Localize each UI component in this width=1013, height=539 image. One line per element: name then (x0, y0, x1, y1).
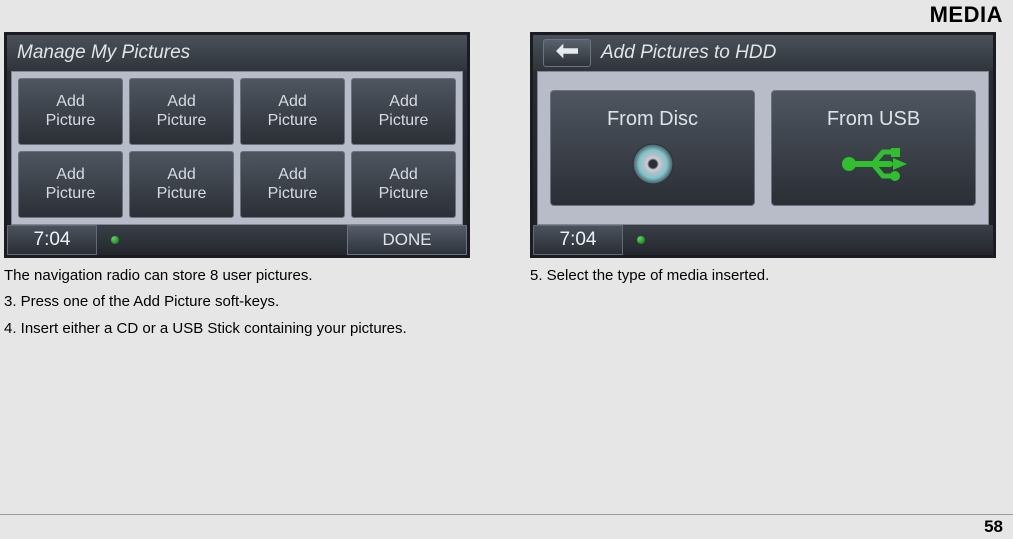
btn-line2: Picture (379, 185, 429, 203)
right-captions: 5. Select the type of media inserted. (530, 264, 996, 287)
caption-text: 3. Press one of the Add Picture soft-key… (4, 290, 470, 313)
btn-line2: Picture (379, 112, 429, 130)
add-picture-button[interactable]: Add Picture (351, 151, 456, 218)
screen2-statusbar: 7:04 (533, 225, 993, 255)
from-usb-button[interactable]: From USB (771, 90, 976, 206)
add-picture-button[interactable]: Add Picture (129, 78, 234, 145)
btn-line1: Add (278, 93, 306, 111)
add-picture-button[interactable]: Add Picture (18, 151, 123, 218)
clock-text: 7:04 (560, 229, 597, 251)
media-choice-area: From Disc (537, 71, 989, 225)
btn-line1: Add (56, 166, 84, 184)
add-picture-button[interactable]: Add Picture (351, 78, 456, 145)
add-picture-button[interactable]: Add Picture (240, 151, 345, 218)
back-arrow-icon (556, 43, 578, 64)
btn-line1: Add (167, 93, 195, 111)
left-column: Manage My Pictures Add Picture Add Pictu… (4, 32, 470, 343)
btn-line2: Picture (46, 185, 96, 203)
left-captions: The navigation radio can store 8 user pi… (4, 264, 470, 340)
status-indicator-icon (111, 236, 119, 244)
btn-line1: Add (389, 93, 417, 111)
btn-line1: Add (278, 166, 306, 184)
status-indicator-icon (637, 236, 645, 244)
btn-line2: Picture (46, 112, 96, 130)
btn-line1: Add (389, 166, 417, 184)
btn-line2: Picture (157, 112, 207, 130)
page-number: 58 (984, 517, 1003, 537)
clock-display: 7:04 (533, 225, 623, 255)
from-usb-label: From USB (827, 108, 920, 131)
clock-display: 7:04 (7, 225, 97, 255)
screen1-titlebar: Manage My Pictures (7, 35, 467, 71)
screen2-title: Add Pictures to HDD (601, 42, 776, 64)
status-mid (97, 225, 347, 255)
from-disc-label: From Disc (607, 108, 698, 131)
done-button[interactable]: DONE (347, 225, 467, 255)
footer-divider (0, 514, 1013, 515)
screen1-title: Manage My Pictures (17, 42, 190, 64)
disc-icon (629, 139, 677, 189)
from-disc-button[interactable]: From Disc (550, 90, 755, 206)
usb-icon (839, 139, 909, 189)
add-picture-button[interactable]: Add Picture (129, 151, 234, 218)
content-columns: Manage My Pictures Add Picture Add Pictu… (0, 28, 1013, 343)
caption-text: 4. Insert either a CD or a USB Stick con… (4, 317, 470, 340)
add-picture-button[interactable]: Add Picture (240, 78, 345, 145)
page-number-text: 58 (984, 517, 1003, 536)
clock-text: 7:04 (34, 229, 71, 251)
btn-line2: Picture (268, 112, 318, 130)
section-heading-text: MEDIA (930, 2, 1003, 27)
section-heading: MEDIA (0, 0, 1013, 28)
caption-text: 5. Select the type of media inserted. (530, 264, 996, 287)
btn-line1: Add (56, 93, 84, 111)
add-picture-button[interactable]: Add Picture (18, 78, 123, 145)
add-picture-grid: Add Picture Add Picture Add Picture Add … (11, 71, 463, 225)
btn-line2: Picture (157, 185, 207, 203)
right-column: Add Pictures to HDD From Disc (530, 32, 996, 290)
caption-text: The navigation radio can store 8 user pi… (4, 264, 470, 287)
btn-line2: Picture (268, 185, 318, 203)
screen2-titlebar: Add Pictures to HDD (533, 35, 993, 71)
manage-pictures-screenshot: Manage My Pictures Add Picture Add Pictu… (4, 32, 470, 258)
done-label: DONE (382, 230, 431, 250)
status-mid (623, 225, 993, 255)
btn-line1: Add (167, 166, 195, 184)
add-pictures-hdd-screenshot: Add Pictures to HDD From Disc (530, 32, 996, 258)
screen1-statusbar: 7:04 DONE (7, 225, 467, 255)
back-button[interactable] (543, 39, 591, 67)
